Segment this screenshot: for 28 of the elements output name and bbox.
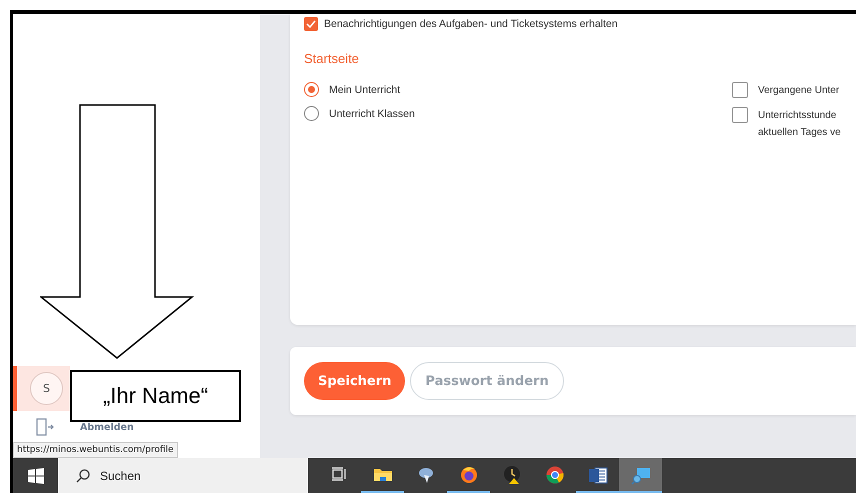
checkbox-label: Vergangene Unter [758, 84, 840, 98]
checkbox[interactable] [732, 107, 748, 123]
checkbox-label: Unterrichtsstunde aktuellen Tages ve [758, 109, 841, 140]
document-icon [588, 464, 608, 484]
url-tooltip: https://minos.webuntis.com/profile [13, 442, 178, 458]
section-title: Startseite [304, 51, 360, 66]
checkbox[interactable] [304, 17, 318, 31]
avatar: S [30, 372, 63, 405]
clock-icon [502, 464, 522, 484]
search-icon [76, 468, 90, 482]
radio-button[interactable] [304, 106, 319, 121]
profile-item[interactable]: S [13, 366, 70, 411]
browser-icon [544, 464, 564, 484]
logout-icon [36, 418, 54, 436]
search-field[interactable]: Suchen [58, 458, 308, 493]
save-button[interactable]: Speichern [304, 362, 406, 400]
password-button[interactable]: Passwort ändern [410, 362, 564, 400]
annotation-label: „Ihr Name“ [70, 370, 241, 422]
windows-start-icon[interactable] [28, 468, 44, 484]
check-icon [306, 20, 316, 28]
checkbox-label: Benachrichtigungen des Aufgaben- und Ticketsystems erhalten [324, 18, 618, 30]
radio-button[interactable] [304, 82, 319, 97]
search-placeholder: Suchen [100, 468, 141, 482]
logout-link[interactable]: Abmelden [80, 422, 134, 432]
radio-label: Unterricht Klassen [329, 108, 415, 120]
checkbox[interactable] [732, 82, 748, 98]
browser-icon [458, 464, 478, 484]
radio-label: Mein Unterricht [329, 84, 400, 96]
